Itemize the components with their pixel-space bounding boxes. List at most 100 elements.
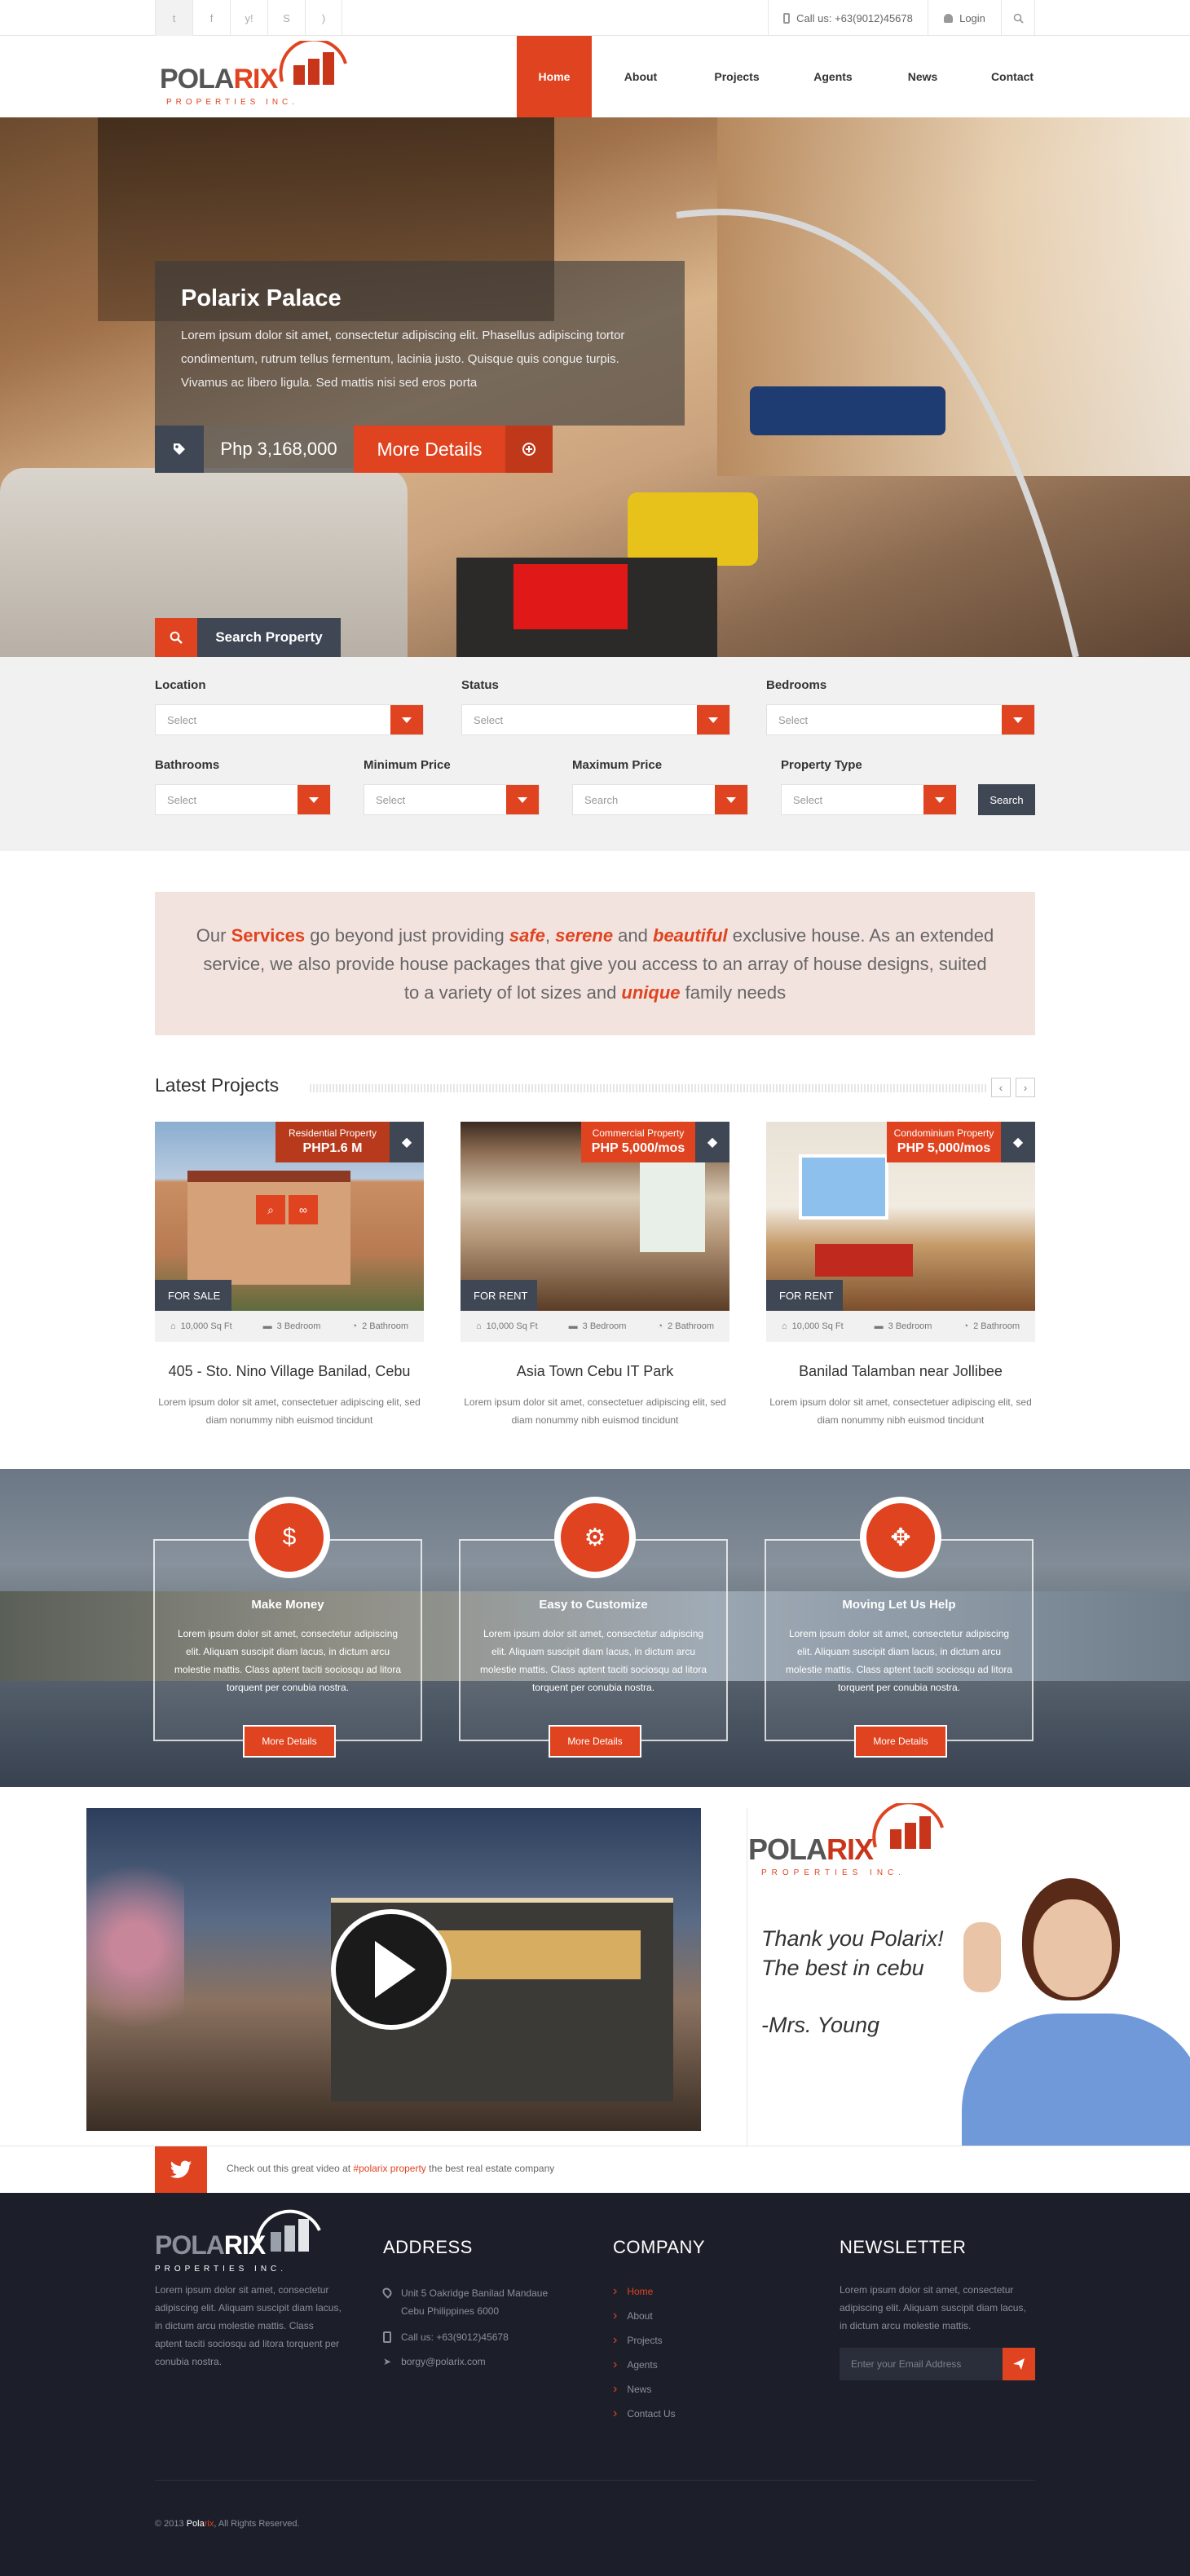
newsletter-text: Lorem ipsum dolor sit amet, consectetur …: [840, 2284, 1026, 2331]
twitter-icon[interactable]: [155, 2146, 207, 2194]
footer-link-contact[interactable]: Contact Us: [613, 2402, 675, 2426]
service-more-details-button[interactable]: More Details: [854, 1725, 947, 1758]
bath-icon: ◔: [963, 1321, 969, 1331]
nav-news[interactable]: News: [885, 36, 960, 117]
company-menu: Home About Projects Agents News Contact …: [613, 2279, 676, 2426]
play-icon[interactable]: [331, 1909, 452, 2030]
service-box: $ Make Money Lorem ipsum dolor sit amet,…: [153, 1497, 422, 1758]
service-title: Moving Let Us Help: [842, 1598, 956, 1612]
max-price-input[interactable]: Search: [572, 784, 748, 815]
footer-link-about[interactable]: About: [613, 2304, 676, 2328]
yahoo-icon[interactable]: y!: [230, 0, 267, 36]
latest-projects-heading: Latest Projects: [155, 1074, 280, 1096]
bedrooms-select[interactable]: Select: [766, 704, 1035, 735]
min-price-select[interactable]: Select: [364, 784, 540, 815]
bathrooms-label: Bathrooms: [155, 758, 220, 772]
tag-icon[interactable]: ◆: [695, 1122, 729, 1162]
project-card[interactable]: Residential Property PHP1.6 M ◆ ⌕ ∞ FOR S…: [155, 1122, 424, 1429]
footer-link-projects[interactable]: Projects: [613, 2328, 676, 2353]
hero-more-details-button[interactable]: More Details: [354, 426, 505, 473]
project-title[interactable]: 405 - Sto. Nino Village Banilad, Cebu: [155, 1363, 424, 1380]
next-arrow-icon[interactable]: ›: [1016, 1078, 1035, 1097]
footer-email[interactable]: ➤ borgy@polarix.com: [383, 2356, 486, 2367]
footer-phone: Call us: +63(9012)45678: [383, 2331, 509, 2343]
chevron-down-icon: [390, 705, 423, 734]
hashtag-link[interactable]: #polarix property: [353, 2163, 425, 2174]
service-more-details-button[interactable]: More Details: [549, 1725, 641, 1758]
project-card[interactable]: Condominium Property PHP 5,000/mos ◆ FOR …: [766, 1122, 1035, 1429]
bathrooms-select[interactable]: Select: [155, 784, 331, 815]
skype-icon[interactable]: S: [267, 0, 305, 36]
logo-tagline: PROPERTIES INC.: [166, 98, 299, 107]
search-icon[interactable]: [1001, 0, 1035, 36]
nav-agents[interactable]: Agents: [796, 36, 870, 117]
video-player[interactable]: [86, 1808, 701, 2131]
rss-icon[interactable]: ): [305, 0, 342, 36]
top-bar: t f y! S ) Call us: +63(9012)45678 Login: [0, 0, 1190, 36]
chevron-down-icon: [1002, 705, 1034, 734]
bed-icon: ▬: [568, 1321, 578, 1331]
search-property-icon[interactable]: [155, 618, 197, 657]
logo-text: POLARIX: [160, 64, 278, 95]
nav-projects[interactable]: Projects: [699, 36, 774, 117]
chevron-down-icon: [697, 705, 729, 734]
footer-link-agents[interactable]: Agents: [613, 2353, 676, 2377]
user-icon: [944, 13, 954, 23]
copyright: © 2013 Polarix, All Rights Reserved.: [155, 2519, 300, 2529]
property-badge: Condominium Property PHP 5,000/mos: [887, 1122, 1001, 1162]
project-photo[interactable]: Residential Property PHP1.6 M ◆ ⌕ ∞ FOR S…: [155, 1122, 424, 1311]
service-text: Lorem ipsum dolor sit amet, consectetur …: [174, 1628, 402, 1693]
newsletter-email-input[interactable]: Enter your Email Address: [840, 2348, 1003, 2380]
project-photo[interactable]: Condominium Property PHP 5,000/mos ◆ FOR …: [766, 1122, 1035, 1311]
project-title[interactable]: Asia Town Cebu IT Park: [461, 1363, 729, 1380]
bath-icon: ◔: [351, 1321, 358, 1331]
tag-icon[interactable]: ◆: [1001, 1122, 1035, 1162]
chevron-down-icon: [923, 785, 956, 814]
login-link[interactable]: Login: [928, 0, 1001, 36]
search-button[interactable]: Search: [978, 784, 1035, 815]
service-text: Lorem ipsum dolor sit amet, consectetur …: [785, 1628, 1013, 1693]
nav-home[interactable]: Home: [517, 36, 592, 117]
footer-logo[interactable]: POLARIX PROPERTIES INC.: [155, 2208, 326, 2281]
footer-address: Unit 5 Oakridge Banilad Mandaue Cebu Phil…: [381, 2284, 548, 2320]
service-title: Make Money: [251, 1598, 324, 1612]
send-icon[interactable]: [1003, 2348, 1035, 2380]
footer-about: Lorem ipsum dolor sit amet, consectetur …: [155, 2284, 342, 2367]
footer: POLARIX PROPERTIES INC. Lorem ipsum dolo…: [0, 2193, 1190, 2576]
services-intro-text: Our Services go beyond just providing sa…: [196, 924, 994, 1003]
project-title[interactable]: Banilad Talamban near Jollibee: [766, 1363, 1035, 1380]
phone-icon: [783, 12, 791, 24]
hero-plus-circle-icon[interactable]: [505, 426, 553, 473]
service-more-details-button[interactable]: More Details: [243, 1725, 336, 1758]
twitter-icon[interactable]: t: [155, 0, 192, 36]
money-tag-icon: $: [249, 1497, 330, 1578]
zoom-icon[interactable]: ⌕: [256, 1195, 285, 1224]
nav-contact[interactable]: Contact: [975, 36, 1050, 117]
footer-link-news[interactable]: News: [613, 2377, 676, 2402]
location-select[interactable]: Select: [155, 704, 424, 735]
area-icon: ⌂: [170, 1321, 176, 1331]
project-description: Lorem ipsum dolor sit amet, consectetuer…: [158, 1396, 421, 1426]
call-us: Call us: +63(9012)45678: [768, 0, 928, 36]
status-label: FOR SALE: [155, 1280, 231, 1311]
prev-arrow-icon[interactable]: ‹: [991, 1078, 1011, 1097]
logo[interactable]: POLARIX PROPERTIES INC.: [160, 41, 355, 114]
area-icon: ⌂: [782, 1321, 787, 1331]
nav-about[interactable]: About: [603, 36, 678, 117]
link-icon[interactable]: ∞: [289, 1195, 318, 1224]
search-property-tab[interactable]: Search Property: [197, 618, 341, 657]
tag-icon[interactable]: ◆: [390, 1122, 424, 1162]
testimonial-quote: Thank you Polarix! The best in cebu -Mrs…: [761, 1926, 944, 2037]
gears-icon: ⚙: [554, 1497, 636, 1578]
hero-text: Lorem ipsum dolor sit amet, consectetur …: [181, 329, 625, 390]
status-select[interactable]: Select: [461, 704, 730, 735]
project-photo[interactable]: Commercial Property PHP 5,000/mos ◆ FOR R…: [461, 1122, 729, 1311]
project-meta: ⌂ 10,000 Sq Ft ▬ 3 Bedroom ◔ 2 Bathroom: [766, 1311, 1035, 1342]
property-badge: Commercial Property PHP 5,000/mos: [581, 1122, 695, 1162]
project-card[interactable]: Commercial Property PHP 5,000/mos ◆ FOR R…: [461, 1122, 729, 1429]
facebook-icon[interactable]: f: [192, 0, 230, 36]
status-label: FOR RENT: [766, 1280, 843, 1311]
property-type-select[interactable]: Select: [781, 784, 957, 815]
footer-link-home[interactable]: Home: [613, 2279, 676, 2304]
services-intro: Our Services go beyond just providing sa…: [155, 892, 1035, 1035]
